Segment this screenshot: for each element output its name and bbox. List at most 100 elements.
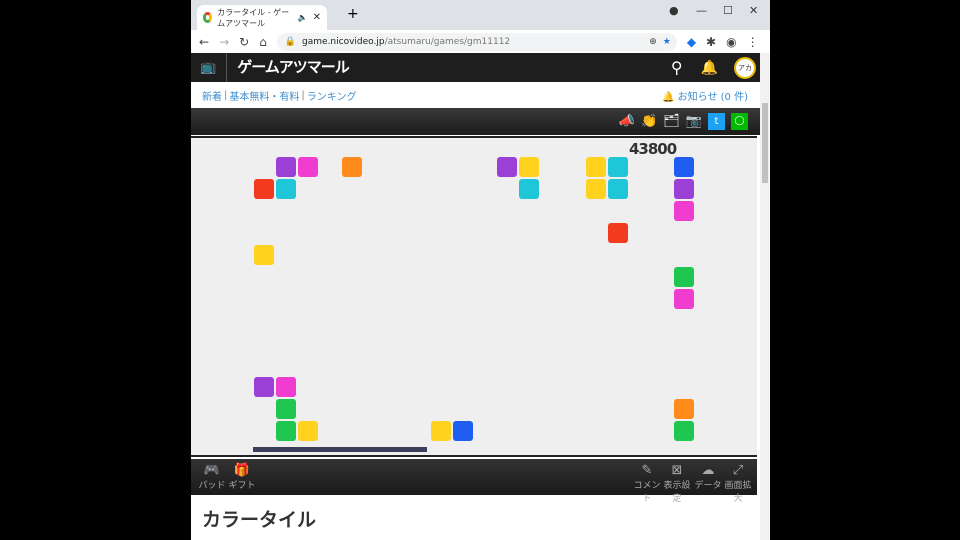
tab-title: カラータイル - ゲームアツマール	[217, 7, 290, 28]
comment-label: コメント	[633, 481, 661, 504]
tv-icon[interactable]: 📺	[200, 60, 216, 75]
fullscreen-button[interactable]: ⤢ 画面拡大	[723, 463, 753, 504]
audio-icon[interactable]: 🔈	[298, 13, 308, 22]
tile-purple[interactable]	[254, 377, 274, 397]
browser-window: カラータイル - ゲームアツマール 🔈 ✕ + ● — ☐ ✕ ← → ↻ ⌂ 🔒 game…	[191, 0, 770, 540]
tile-yellow[interactable]	[298, 421, 319, 441]
favicon-icon	[203, 12, 213, 23]
site: 📺 ゲームアツマール ⚲ 🔔 アカ 新着 | 基本無料・有料 | ランキング 🔔 お…	[191, 53, 760, 540]
tile-orange[interactable]	[342, 157, 363, 177]
tile-magenta[interactable]	[298, 157, 319, 177]
tile-yellow[interactable]	[519, 157, 540, 177]
search-icon[interactable]: ⚲	[671, 58, 683, 77]
game-canvas[interactable]: 43800	[191, 136, 757, 457]
display-settings-button[interactable]: ⊠ 表示設定	[662, 463, 692, 504]
close-tab-icon[interactable]: ✕	[313, 12, 321, 23]
tile-purple[interactable]	[673, 179, 694, 199]
tile-green[interactable]	[673, 267, 694, 287]
display-icon: ⊠	[671, 463, 683, 478]
tile-yellow[interactable]	[430, 421, 451, 441]
menu-icon[interactable]: ⋮	[747, 35, 759, 49]
score: 43800	[629, 140, 677, 158]
edit-icon: ✎	[641, 463, 653, 478]
address-bar-row: ← → ↻ ⌂ 🔒 game.nicovideo.jp/atsumaru/games/g…	[191, 30, 770, 53]
site-nav: 新着 | 基本無料・有料 | ランキング 🔔 お知らせ (0 件)	[202, 88, 748, 103]
bell-icon[interactable]: 🔔	[701, 60, 718, 76]
reload-icon[interactable]: ↻	[239, 35, 249, 49]
gift-button[interactable]: 🎁 ギフト	[227, 463, 257, 491]
cheer-icon[interactable]: 📣	[619, 114, 635, 129]
minimize-button[interactable]: —	[696, 4, 707, 17]
avatar[interactable]: アカ	[734, 56, 756, 79]
tile-yellow[interactable]	[585, 157, 606, 177]
new-tab-button[interactable]: +	[347, 6, 359, 22]
expand-icon: ⤢	[732, 463, 744, 478]
close-window-button[interactable]: ✕	[749, 4, 758, 17]
data-label: データ	[694, 481, 722, 491]
maximize-button[interactable]: ☐	[723, 4, 733, 17]
gamepad-icon: 🎮	[203, 463, 221, 478]
game-bottom-bar: 🎮 パッド 🎁 ギフト ✎ コメント ⊠ 表示設定 ☁ データ ⤢ 画面拡大	[191, 459, 757, 504]
url-field[interactable]: 🔒 game.nicovideo.jp/atsumaru/games/gm1111…	[276, 32, 677, 51]
tile-blue[interactable]	[673, 157, 694, 177]
account-icon[interactable]: ◉	[726, 35, 736, 49]
tile-green[interactable]	[673, 421, 694, 441]
tile-cyan[interactable]	[607, 179, 628, 199]
tile-purple[interactable]	[276, 157, 297, 177]
scrollbar[interactable]	[760, 53, 770, 540]
tile-purple[interactable]	[497, 157, 518, 177]
bell-outline-icon: 🔔	[662, 91, 675, 103]
tab-bar: カラータイル - ゲームアツマール 🔈 ✕ + ● — ☐ ✕	[191, 0, 770, 30]
tile-cyan[interactable]	[276, 179, 297, 199]
tile-orange[interactable]	[673, 399, 694, 419]
nav-ranking[interactable]: ランキング	[307, 88, 357, 103]
home-icon[interactable]: ⌂	[259, 35, 267, 49]
gift-label: ギフト	[228, 481, 256, 491]
tile-cyan[interactable]	[519, 179, 540, 199]
comment-button[interactable]: ✎ コメント	[632, 463, 662, 504]
pad-button[interactable]: 🎮 パッド	[197, 463, 227, 491]
tile-green[interactable]	[276, 399, 297, 419]
camera-icon[interactable]: 📷	[686, 114, 702, 129]
tile-magenta[interactable]	[276, 377, 297, 397]
scrollbar-thumb[interactable]	[762, 103, 768, 183]
profile-icon[interactable]: ●	[669, 4, 679, 17]
tile-magenta[interactable]	[673, 201, 694, 221]
tile-magenta[interactable]	[673, 289, 694, 309]
playlist-icon[interactable]: 🗂	[663, 114, 680, 129]
display-label: 表示設定	[663, 481, 691, 504]
notice-link[interactable]: 🔔 お知らせ (0 件)	[662, 88, 748, 103]
extension-icon[interactable]: ◆	[687, 35, 696, 49]
tile-yellow[interactable]	[254, 245, 274, 265]
twitter-icon[interactable]: t	[708, 113, 725, 130]
bookmark-star-icon[interactable]: ★	[663, 37, 671, 47]
url-path: /atsumaru/games/gm11112	[384, 36, 511, 47]
site-logo[interactable]: ゲームアツマール	[226, 53, 350, 82]
clap-icon[interactable]: 👏	[641, 114, 657, 129]
pad-label: パッド	[198, 481, 226, 491]
game-toolbar: 📣 👏 🗂 📷 t ◯	[191, 108, 760, 135]
tile-yellow[interactable]	[585, 179, 606, 199]
page-title: カラータイル	[202, 509, 317, 531]
time-bar	[253, 447, 427, 452]
tile-cyan[interactable]	[607, 157, 628, 177]
tile-red[interactable]	[607, 223, 628, 243]
lock-icon: 🔒	[284, 36, 297, 47]
gift-icon: 🎁	[233, 463, 251, 478]
site-header: 📺 ゲームアツマール ⚲ 🔔 アカ	[191, 53, 760, 82]
nav-free[interactable]: 基本無料・有料	[229, 88, 299, 103]
cloud-upload-icon: ☁	[701, 463, 715, 478]
line-icon[interactable]: ◯	[731, 113, 748, 130]
nav-new[interactable]: 新着	[202, 88, 222, 103]
tile-green[interactable]	[276, 421, 297, 441]
data-button[interactable]: ☁ データ	[693, 463, 723, 491]
back-icon[interactable]: ←	[199, 35, 209, 49]
browser-tab[interactable]: カラータイル - ゲームアツマール 🔈 ✕	[197, 5, 327, 30]
tile-blue[interactable]	[452, 421, 473, 441]
zoom-icon[interactable]: ⊕	[649, 37, 657, 47]
forward-icon[interactable]: →	[219, 35, 229, 49]
puzzle-icon[interactable]: ✱	[706, 35, 716, 49]
notice-text: お知らせ (0 件)	[677, 91, 748, 103]
tile-red[interactable]	[254, 179, 274, 199]
url-domain: game.nicovideo.jp	[302, 36, 385, 47]
